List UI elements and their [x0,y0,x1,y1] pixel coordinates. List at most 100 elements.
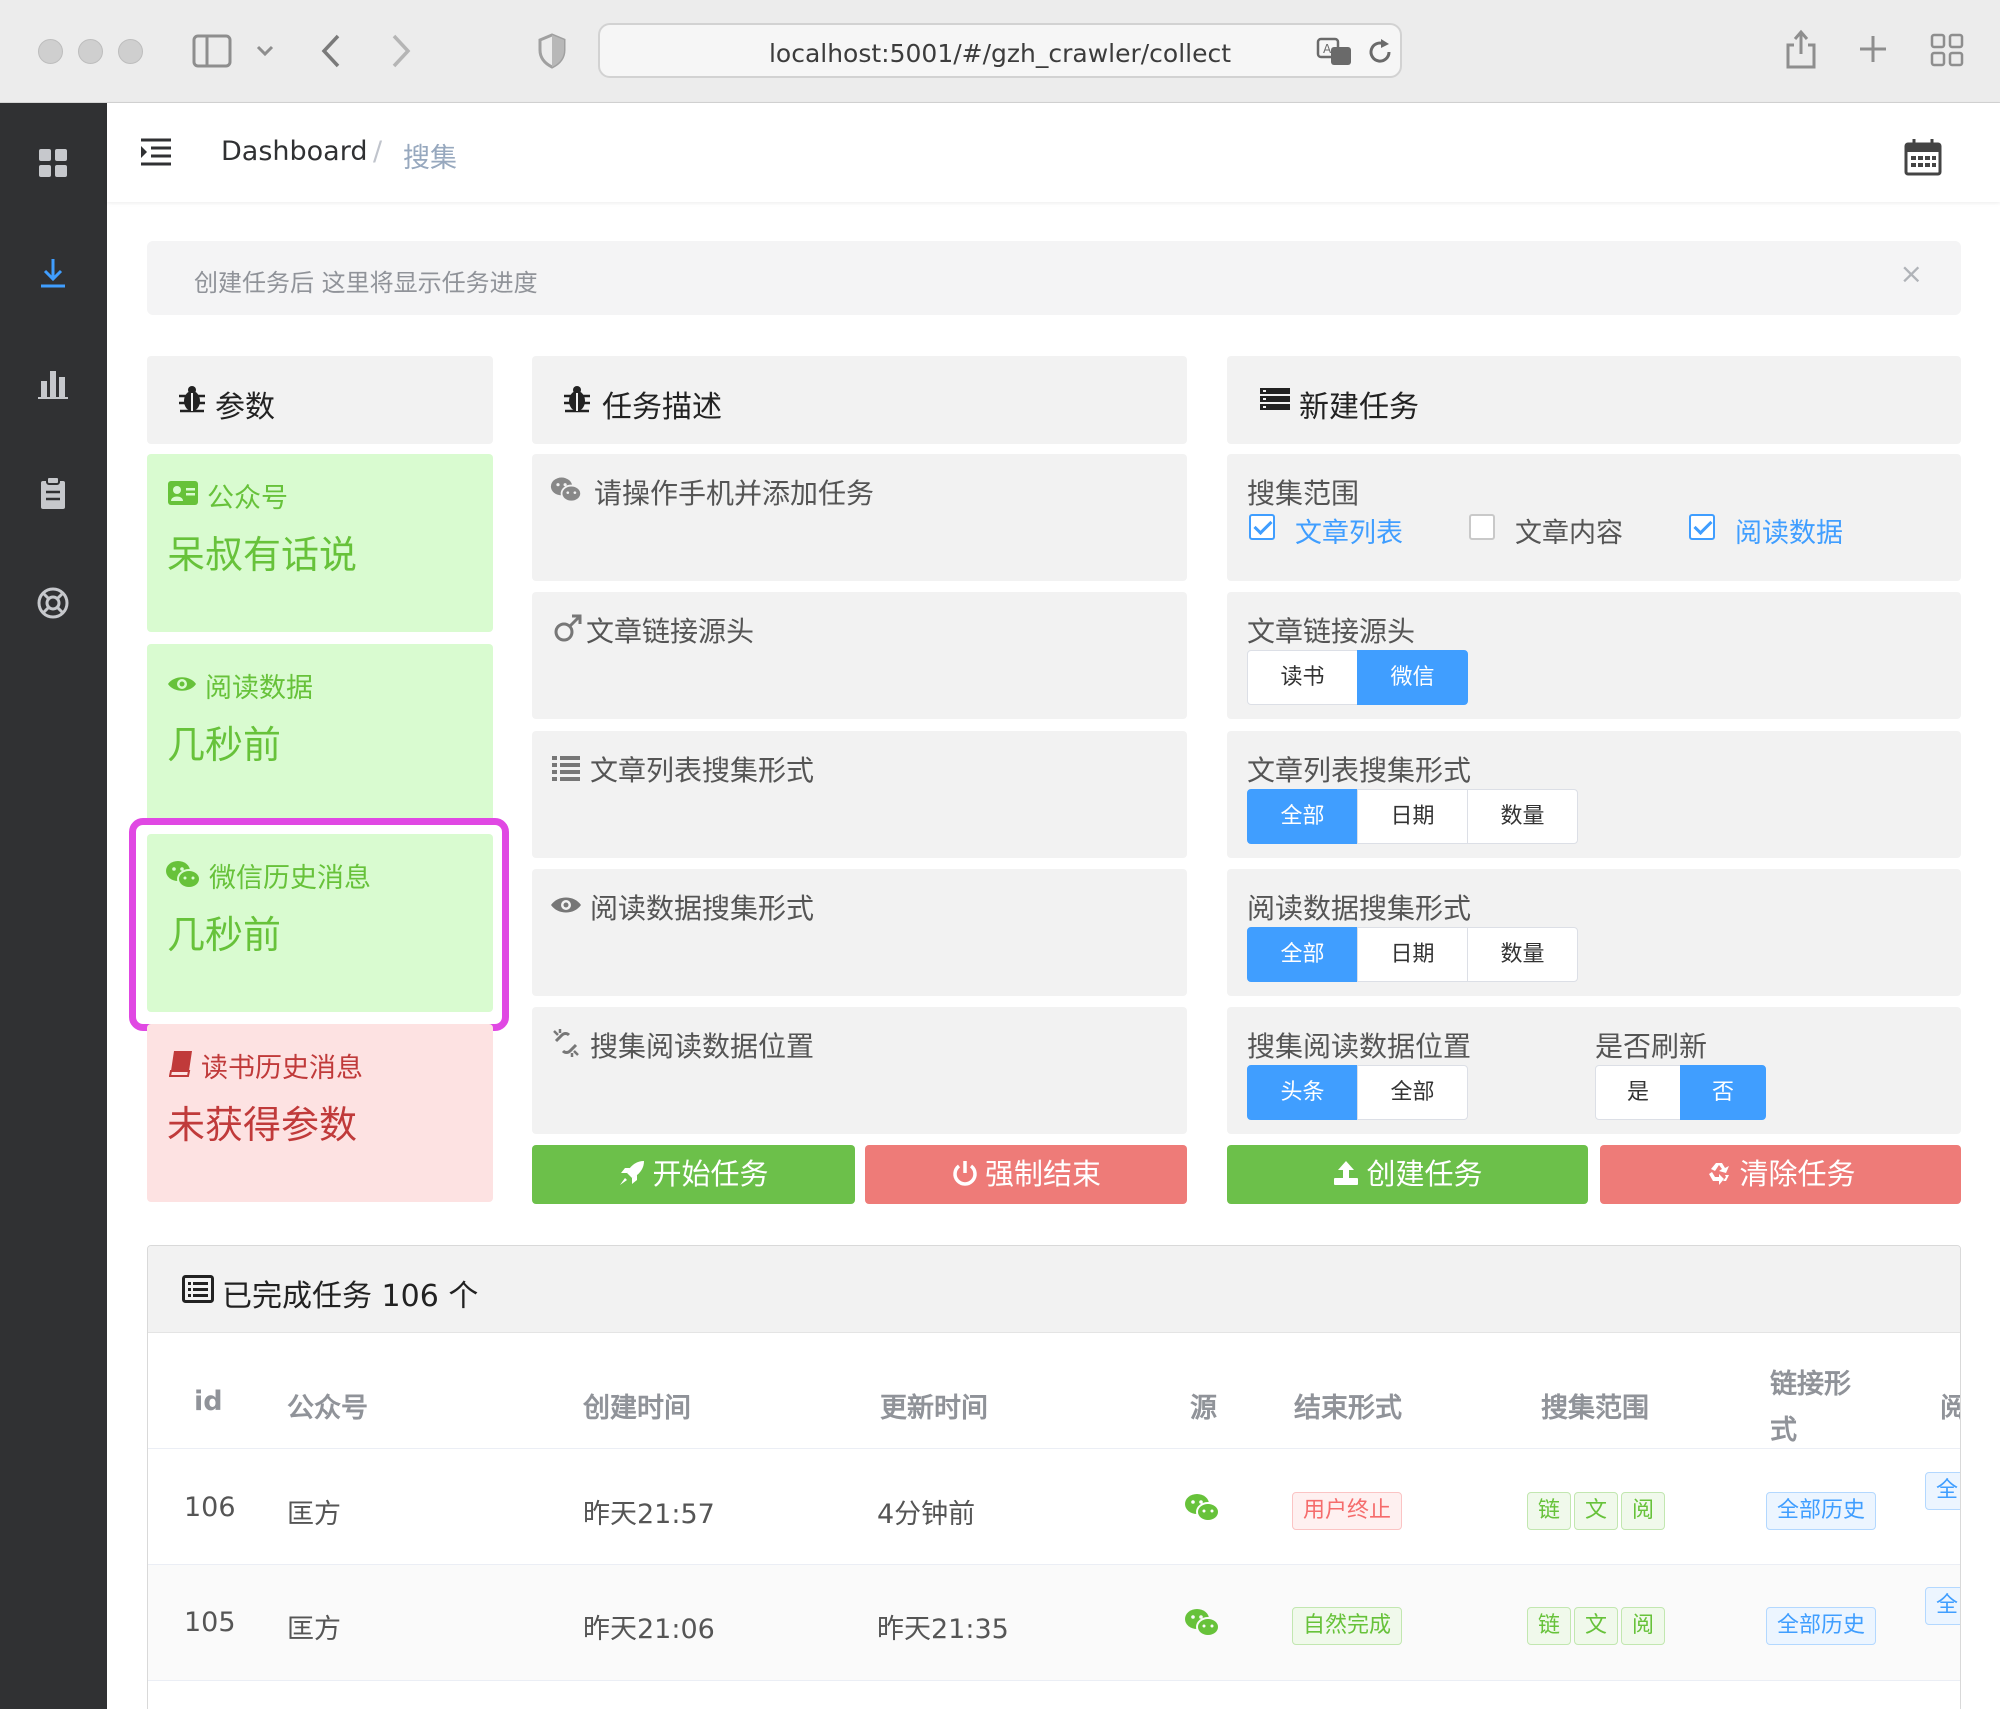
task-desc-text: 搜集阅读数据位置 [590,1030,815,1063]
list-mode-form-row: 文章列表搜集形式 全部 日期 数量 [1227,731,1961,858]
create-task-button[interactable]: 创建任务 [1227,1145,1588,1204]
forward-icon[interactable] [390,33,412,69]
support-icon[interactable] [33,583,73,623]
window-close-button[interactable] [38,39,63,64]
completed-tasks-header: 已完成任务 106 个 [148,1246,1960,1333]
start-task-label: 开始任务 [652,1157,769,1191]
breadcrumb-current: 搜集 [403,143,457,174]
read-mode-radio-group: 全部 日期 数量 [1247,927,1578,982]
rocket-icon [620,1161,645,1185]
recycle-icon [1709,1163,1730,1185]
end-type-tag: 用户终止 [1292,1492,1403,1530]
end-type-tag: 自然完成 [1292,1607,1403,1645]
sidebar-toggle-icon[interactable] [192,34,232,68]
dashboard-icon[interactable] [33,143,73,183]
param-label: 读书历史消息 [201,1053,363,1084]
breadcrumb-home[interactable]: Dashboard [221,136,367,167]
position-option-all[interactable]: 全部 [1357,1065,1468,1120]
address-bar[interactable]: localhost:5001/#/gzh_crawler/collect A [598,23,1402,78]
task-desc-item: 阅读数据搜集形式 [532,869,1187,996]
read-mode-option-count[interactable]: 数量 [1467,927,1578,982]
list-mode-option-all[interactable]: 全部 [1247,789,1358,844]
source-option-weread[interactable]: 读书 [1247,650,1358,705]
new-tab-icon[interactable] [1857,33,1889,65]
window-zoom-button[interactable] [118,39,143,64]
source-form-row: 文章链接源头 读书 微信 [1227,592,1961,719]
scope-checkbox-read-data[interactable] [1689,514,1715,540]
column-header-scope: 搜集范围 [1541,1393,1649,1424]
scope-checkbox-article-content[interactable] [1469,514,1495,540]
tab-overview-icon[interactable] [1930,33,1964,67]
book-icon [169,1051,192,1077]
translate-icon[interactable]: A [1316,37,1354,67]
id-card-icon [168,481,198,505]
read-mode-option-all[interactable]: 全部 [1247,927,1358,982]
param-card-account: 公众号 呆叔有话说 [147,454,493,632]
gender-icon [554,614,582,642]
eye-icon [551,897,581,913]
completed-tasks-title: 已完成任务 106 个 [222,1279,479,1314]
task-desc-item: 文章链接源头 [532,592,1187,719]
scope-option-label[interactable]: 文章列表 [1295,511,1403,550]
alert-close-button[interactable]: × [1900,257,1923,290]
create-task-label: 创建任务 [1366,1157,1483,1191]
scope-tag: 文 [1574,1607,1619,1645]
column-header-source: 源 [1190,1393,1217,1424]
clipboard-icon[interactable] [33,473,73,513]
menu-fold-icon[interactable] [139,137,173,167]
position-option-headline[interactable]: 头条 [1247,1065,1358,1120]
completed-tasks-table: 已完成任务 106 个 id 公众号 创建时间 更新时间 源 结束形式 搜集范围… [147,1245,1961,1709]
bar-chart-icon[interactable] [33,363,73,403]
list-mode-label: 文章列表搜集形式 [1247,754,1472,787]
scope-tag: 阅 [1621,1492,1666,1530]
wechat-icon [550,477,582,503]
cell-created: 昨天21:06 [583,1614,715,1645]
scope-tag: 链 [1527,1492,1572,1530]
shield-icon[interactable] [538,33,566,69]
scope-checkbox-article-list[interactable] [1249,514,1275,540]
list-mode-option-count[interactable]: 数量 [1467,789,1578,844]
params-title: 参数 [215,390,275,425]
start-task-button[interactable]: 开始任务 [532,1145,855,1204]
read-mode-tag: 全 [1925,1472,1960,1510]
chevron-down-icon[interactable] [256,44,274,58]
list-icon [552,756,580,781]
params-header: 参数 [147,356,493,444]
highlight-box [129,818,509,1031]
cell-updated: 4分钟前 [877,1499,976,1530]
bug-icon [564,386,590,413]
position-form-row: 搜集阅读数据位置 头条 全部 是否刷新 是 否 [1227,1007,1961,1134]
list-alt-icon [182,1275,214,1303]
read-mode-label: 阅读数据搜集形式 [1247,892,1472,925]
read-mode-option-date[interactable]: 日期 [1357,927,1468,982]
reload-icon[interactable] [1366,37,1394,67]
calendar-icon[interactable] [1903,137,1943,177]
refresh-option-no[interactable]: 否 [1680,1065,1766,1120]
back-icon[interactable] [320,33,342,69]
task-desc-item: 请操作手机并添加任务 [532,454,1187,581]
download-icon[interactable] [33,253,73,293]
task-desc-item: 搜集阅读数据位置 [532,1007,1187,1134]
clear-task-button[interactable]: 清除任务 [1600,1145,1961,1204]
share-icon[interactable] [1785,28,1817,70]
scope-option-label[interactable]: 阅读数据 [1735,511,1843,550]
source-option-wechat[interactable]: 微信 [1357,650,1468,705]
task-progress-alert: 创建任务后 这里将显示任务进度 × [147,241,1961,315]
column-header-created: 创建时间 [583,1393,691,1424]
list-mode-option-date[interactable]: 日期 [1357,789,1468,844]
scope-label: 搜集范围 [1247,477,1360,510]
window-minimize-button[interactable] [78,39,103,64]
cell-account: 匡方 [287,1499,341,1530]
force-stop-button[interactable]: 强制结束 [865,1145,1187,1204]
eye-icon [168,677,196,691]
link-mode-tag: 全部历史 [1766,1492,1877,1530]
refresh-option-yes[interactable]: 是 [1595,1065,1681,1120]
column-header-account: 公众号 [287,1393,368,1424]
cell-id: 106 [184,1492,236,1523]
column-header-link-mode-wrap: 式 [1770,1415,1797,1446]
cell-account: 匡方 [287,1614,341,1645]
cell-created: 昨天21:57 [583,1499,715,1530]
scope-option-label[interactable]: 文章内容 [1515,511,1623,550]
param-card-read-data: 阅读数据 几秒前 [147,644,493,822]
scope-tag: 链 [1527,1607,1572,1645]
